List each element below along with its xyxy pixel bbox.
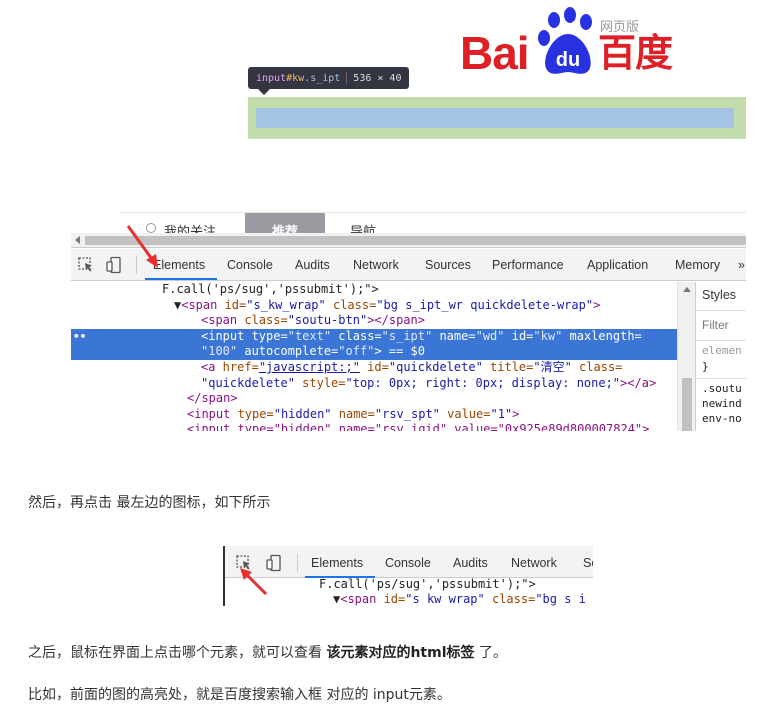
inspect-tooltip: input #kw .s_ipt 536 × 40 [248,67,410,89]
dom-line[interactable]: ▼<span id="s_kw_wrap" class="bg s_ipt_wr… [71,298,677,314]
styles-pane: Styles Filter elemen } .soutu newind env… [695,282,746,431]
style-rule-brace: } [702,360,709,373]
styles-filter-input[interactable]: Filter [702,318,729,332]
tab-console[interactable]: Console [385,556,431,570]
dom-line[interactable]: F.call('ps/sug','pssubmit');"> [319,577,536,591]
devtools-panel: Elements Console Audits Network Sources … [71,233,746,431]
snippet-tabbar: Elements Console Audits Network So [225,546,593,578]
dom-line[interactable]: <input type="hidden" name="rsv_spt" valu… [71,407,677,423]
tooltip-size: 536 × 40 [353,72,402,84]
style-rule-selector[interactable]: newind [702,397,742,410]
tab-network[interactable]: Network [353,258,399,272]
style-rule-selector[interactable]: env-no [702,412,742,425]
tab-elements[interactable]: Elements [311,556,363,570]
tabs-overflow-icon[interactable]: » [738,258,745,272]
annotation-arrow [240,568,268,596]
dom-line[interactable]: </span> [71,391,677,407]
horizontal-scrollbar[interactable] [71,233,746,248]
tab-application[interactable]: Application [587,258,648,272]
baidu-logo-subtitle: 网页版 [600,20,640,35]
tab-performance[interactable]: Performance [492,258,564,272]
tooltip-divider [346,72,348,84]
baidu-logo-du: du [556,49,580,71]
baidu-paw-icon: du [538,7,592,74]
active-tab-indicator [145,278,217,280]
tab-audits[interactable]: Audits [295,258,330,272]
inspect-element-icon[interactable] [77,256,95,274]
dom-line[interactable]: ▼<span id="s kw wrap" class="bg s i [333,592,586,606]
tab-sources[interactable]: Sources [425,258,471,272]
scrollbar-thumb[interactable] [85,236,746,245]
scroll-left-icon[interactable] [75,236,80,244]
tab-memory[interactable]: Memory [675,258,720,272]
article-paragraph: 比如，前面的图的高亮处，就是百度搜索输入框 对应的 input元素。 [28,687,451,703]
dom-line-selected[interactable]: •• <input type="text" class="s_ipt" name=… [71,328,677,345]
tooltip-tag: input [256,72,287,84]
toolbar-divider [297,554,298,572]
article-paragraph: 之后，鼠标在界面上点击哪个元素，就可以查看 该元素对应的html标签 了。 [28,645,507,661]
emphasis-text: 该元素对应的html标签 [326,645,475,661]
baidu-logo-text-en: Bai [460,27,530,79]
styles-divider [696,340,746,341]
devtools-tabbar: Elements Console Audits Network Sources … [71,249,746,281]
dom-line[interactable]: F.call('ps/sug','pssubmit');"> [71,282,677,298]
element-highlight-content[interactable] [256,108,734,128]
elements-tree: F.call('ps/sug','pssubmit');"> ▼<span id… [71,282,677,431]
page-nav-strip: 我的关注 推荐 导航 [120,212,746,234]
article-paragraph: 然后，再点击 最左边的图标，如下所示 [28,495,271,511]
vertical-scrollbar[interactable] [677,282,695,431]
devtools-snippet: Elements Console Audits Network So F.cal… [223,546,593,606]
scrollbar-thumb[interactable] [682,378,692,431]
dom-line[interactable]: "quickdelete" style="top: 0px; right: 0p… [71,376,677,392]
tooltip-pointer [258,89,270,95]
dom-line[interactable]: <a href="javascript:;" id="quickdelete" … [71,360,677,376]
annotation-arrow [126,225,158,268]
more-actions-icon[interactable]: •• [73,329,86,345]
tab-sources[interactable]: So [583,556,593,570]
baidu-logo-text-cn: 百度 [598,31,673,75]
nav-item-recommend[interactable]: 推荐 [245,213,325,234]
tab-network[interactable]: Network [511,556,557,570]
tab-console[interactable]: Console [227,258,273,272]
styles-divider [696,378,746,379]
scroll-up-icon[interactable] [683,287,691,292]
tab-audits[interactable]: Audits [453,556,488,570]
tooltip-id: #kw [286,72,305,84]
styles-tab[interactable]: Styles [702,288,736,302]
dom-line-selected[interactable]: "100" autocomplete="off"> == $0 [71,344,677,361]
device-toolbar-icon[interactable] [105,256,123,274]
tooltip-class: .s_ipt [304,72,341,84]
style-rule-selector: elemen [702,344,742,357]
style-rule-selector[interactable]: .soutu [702,382,742,395]
dom-line[interactable]: <span class="soutu-btn"></span> [71,313,677,329]
styles-divider [696,310,746,311]
dom-line[interactable]: <input type="hidden" name="rsv_iqid" val… [71,422,677,431]
